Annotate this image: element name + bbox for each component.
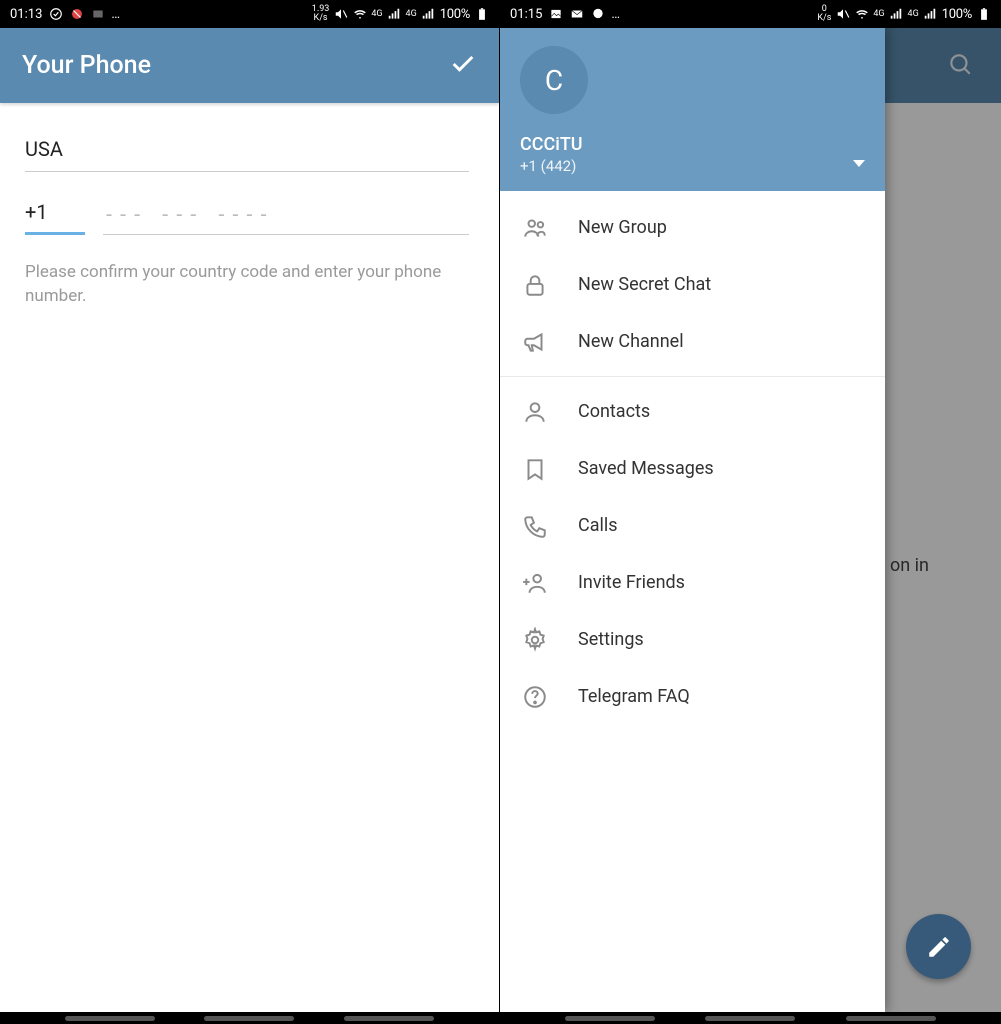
account-name: CCCiTU — [520, 134, 865, 155]
image-icon — [548, 7, 563, 22]
drawer-header[interactable]: C CCCiTU +1 (442) — [500, 28, 885, 191]
battery-icon — [474, 7, 489, 22]
signup-form: USA +1 --- --- ---- Please confirm your … — [0, 111, 494, 329]
help-icon — [520, 684, 550, 710]
android-navbar — [0, 1012, 499, 1024]
drawer-item-settings[interactable]: Settings — [500, 611, 885, 668]
drawer-item-label: New Group — [578, 217, 667, 238]
screen-phone-signup: 01:13 … 1.93K/s 4G 4G 100% Your Phone — [0, 0, 500, 1024]
avatar[interactable]: C — [520, 46, 588, 114]
net-tag-2: 4G — [406, 9, 417, 19]
page-title: Your Phone — [22, 51, 151, 80]
net-tag: 4G — [873, 9, 884, 19]
drawer-item-calls[interactable]: Calls — [500, 497, 885, 554]
net-speed: 1.93K/s — [312, 5, 330, 23]
mail-icon — [569, 7, 584, 22]
drawer-separator — [500, 376, 885, 377]
status-bar: 01:13 … 1.93K/s 4G 4G 100% — [0, 0, 499, 28]
drawer-list: New Group New Secret Chat New Channel Co… — [500, 191, 885, 1012]
status-time: 01:15 — [510, 7, 542, 22]
signal-icon-2 — [923, 7, 938, 22]
phone-icon — [520, 513, 550, 539]
nav-home[interactable] — [204, 1016, 294, 1021]
drawer-item-label: Calls — [578, 515, 618, 536]
signal-icon-2 — [421, 7, 436, 22]
appbar: Your Phone — [0, 28, 499, 103]
bookmark-icon — [520, 456, 550, 482]
drawer-item-label: Contacts — [578, 401, 650, 422]
phone-number-input[interactable]: --- --- ---- — [103, 202, 469, 235]
status-bar: 01:15 … 0K/s 4G 4G 100% — [500, 0, 1001, 28]
hint-text: Please confirm your country code and ent… — [25, 261, 469, 309]
android-navbar — [500, 1012, 1001, 1024]
wifi-icon — [854, 7, 869, 22]
megaphone-icon — [520, 329, 550, 355]
drawer-item-label: Telegram FAQ — [578, 686, 690, 707]
status-icon-generic — [90, 7, 105, 22]
chevron-down-icon[interactable] — [853, 160, 865, 167]
drawer-item-saved-messages[interactable]: Saved Messages — [500, 440, 885, 497]
nav-back[interactable] — [344, 1016, 434, 1021]
drawer-item-label: New Channel — [578, 331, 684, 352]
battery-percent: 100% — [942, 7, 972, 22]
drawer-item-telegram-faq[interactable]: Telegram FAQ — [500, 668, 885, 725]
net-tag-2: 4G — [908, 9, 919, 19]
battery-percent: 100% — [440, 7, 470, 22]
signal-icon — [889, 7, 904, 22]
nav-drawer: C CCCiTU +1 (442) New Group New Secret C… — [500, 28, 885, 1012]
net-tag: 4G — [371, 9, 382, 19]
drawer-item-new-secret-chat[interactable]: New Secret Chat — [500, 256, 885, 313]
status-icon-circle — [48, 7, 63, 22]
mute-icon — [333, 7, 348, 22]
avatar-initial: C — [545, 64, 563, 97]
lock-icon — [520, 272, 550, 298]
add-person-icon — [520, 570, 550, 596]
screen-drawer: 01:15 … 0K/s 4G 4G 100% on in — [500, 0, 1001, 1024]
battery-icon — [976, 7, 991, 22]
nav-recent[interactable] — [565, 1016, 655, 1021]
gear-icon — [520, 627, 550, 653]
drawer-item-invite-friends[interactable]: Invite Friends — [500, 554, 885, 611]
drawer-item-new-group[interactable]: New Group — [500, 199, 885, 256]
status-more-icon: … — [611, 7, 621, 22]
status-more-icon: … — [111, 7, 121, 22]
drawer-item-new-channel[interactable]: New Channel — [500, 313, 885, 370]
drawer-item-label: Settings — [578, 629, 644, 650]
drawer-item-label: Invite Friends — [578, 572, 685, 593]
person-icon — [520, 399, 550, 425]
account-phone: +1 (442) — [520, 157, 865, 175]
nav-recent[interactable] — [65, 1016, 155, 1021]
chat-icon — [590, 7, 605, 22]
status-icon-noentry — [69, 7, 84, 22]
country-select[interactable]: USA — [25, 131, 469, 172]
net-speed: 0K/s — [817, 5, 831, 23]
country-code-input[interactable]: +1 — [25, 200, 85, 235]
status-time: 01:13 — [10, 7, 42, 22]
drawer-item-contacts[interactable]: Contacts — [500, 383, 885, 440]
nav-back[interactable] — [846, 1016, 936, 1021]
drawer-item-label: New Secret Chat — [578, 274, 711, 295]
nav-home[interactable] — [705, 1016, 795, 1021]
drawer-item-label: Saved Messages — [578, 458, 714, 479]
confirm-button[interactable] — [449, 50, 477, 82]
signal-icon — [387, 7, 402, 22]
compose-fab[interactable] — [906, 914, 971, 979]
group-icon — [520, 215, 550, 241]
wifi-icon — [352, 7, 367, 22]
mute-icon — [835, 7, 850, 22]
